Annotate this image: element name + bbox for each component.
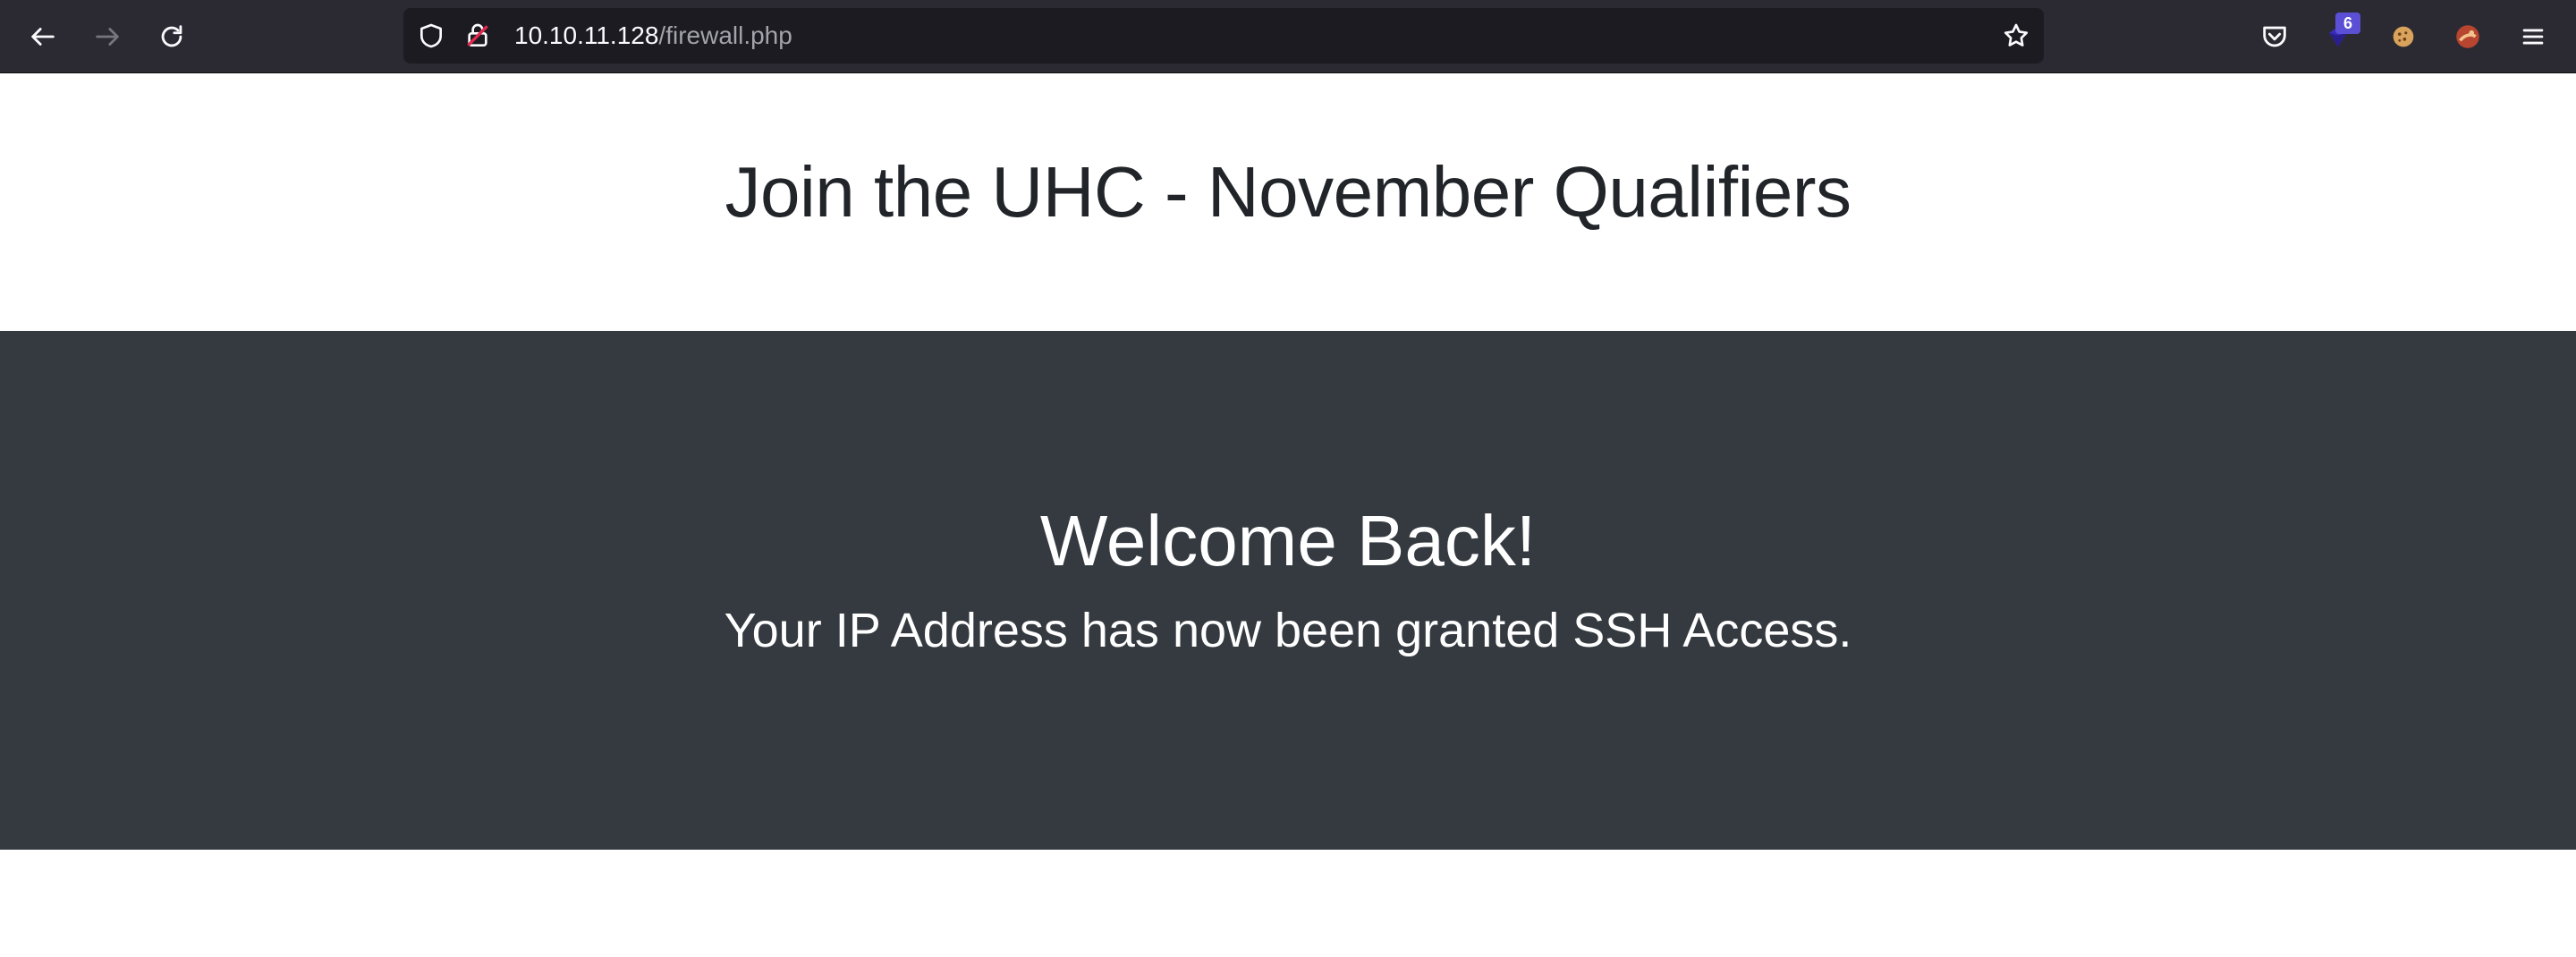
cookie-button[interactable] <box>2382 15 2425 58</box>
welcome-banner: Welcome Back! Your IP Address has now be… <box>0 331 2576 850</box>
hamburger-menu-icon <box>2522 29 2544 45</box>
url-text[interactable]: 10.10.11.128/firewall.php <box>514 8 792 64</box>
reload-button[interactable] <box>150 15 193 58</box>
page-title: Join the UHC - November Qualifiers <box>724 151 1852 232</box>
browser-toolbar: 10.10.11.128/firewall.php 6 <box>0 0 2576 73</box>
avatar-icon <box>2456 25 2479 48</box>
welcome-heading: Welcome Back! <box>1039 501 1537 580</box>
forward-button[interactable] <box>86 15 129 58</box>
url-path: /firewall.php <box>658 21 792 49</box>
shield-icon[interactable] <box>416 21 446 51</box>
cookie-icon <box>2393 26 2414 47</box>
ssh-access-message: Your IP Address has now been granted SSH… <box>724 604 1852 657</box>
page-header: Join the UHC - November Qualifiers <box>0 74 2576 331</box>
reload-icon <box>161 25 182 47</box>
avatar-button[interactable] <box>2446 15 2489 58</box>
pocket-icon <box>2263 26 2286 47</box>
pocket-button[interactable] <box>2253 15 2296 58</box>
insecure-lock-icon[interactable] <box>462 21 493 51</box>
page-footer-area <box>0 850 2576 957</box>
address-bar[interactable]: 10.10.11.128/firewall.php <box>403 8 2044 64</box>
arrow-right-icon <box>96 28 119 46</box>
star-icon[interactable] <box>2001 21 2031 51</box>
extension-badge: 6 <box>2335 13 2360 34</box>
menu-button[interactable] <box>2512 15 2555 58</box>
back-button[interactable] <box>21 15 64 58</box>
arrow-left-icon <box>31 28 55 46</box>
url-host: 10.10.11.128 <box>514 21 659 49</box>
